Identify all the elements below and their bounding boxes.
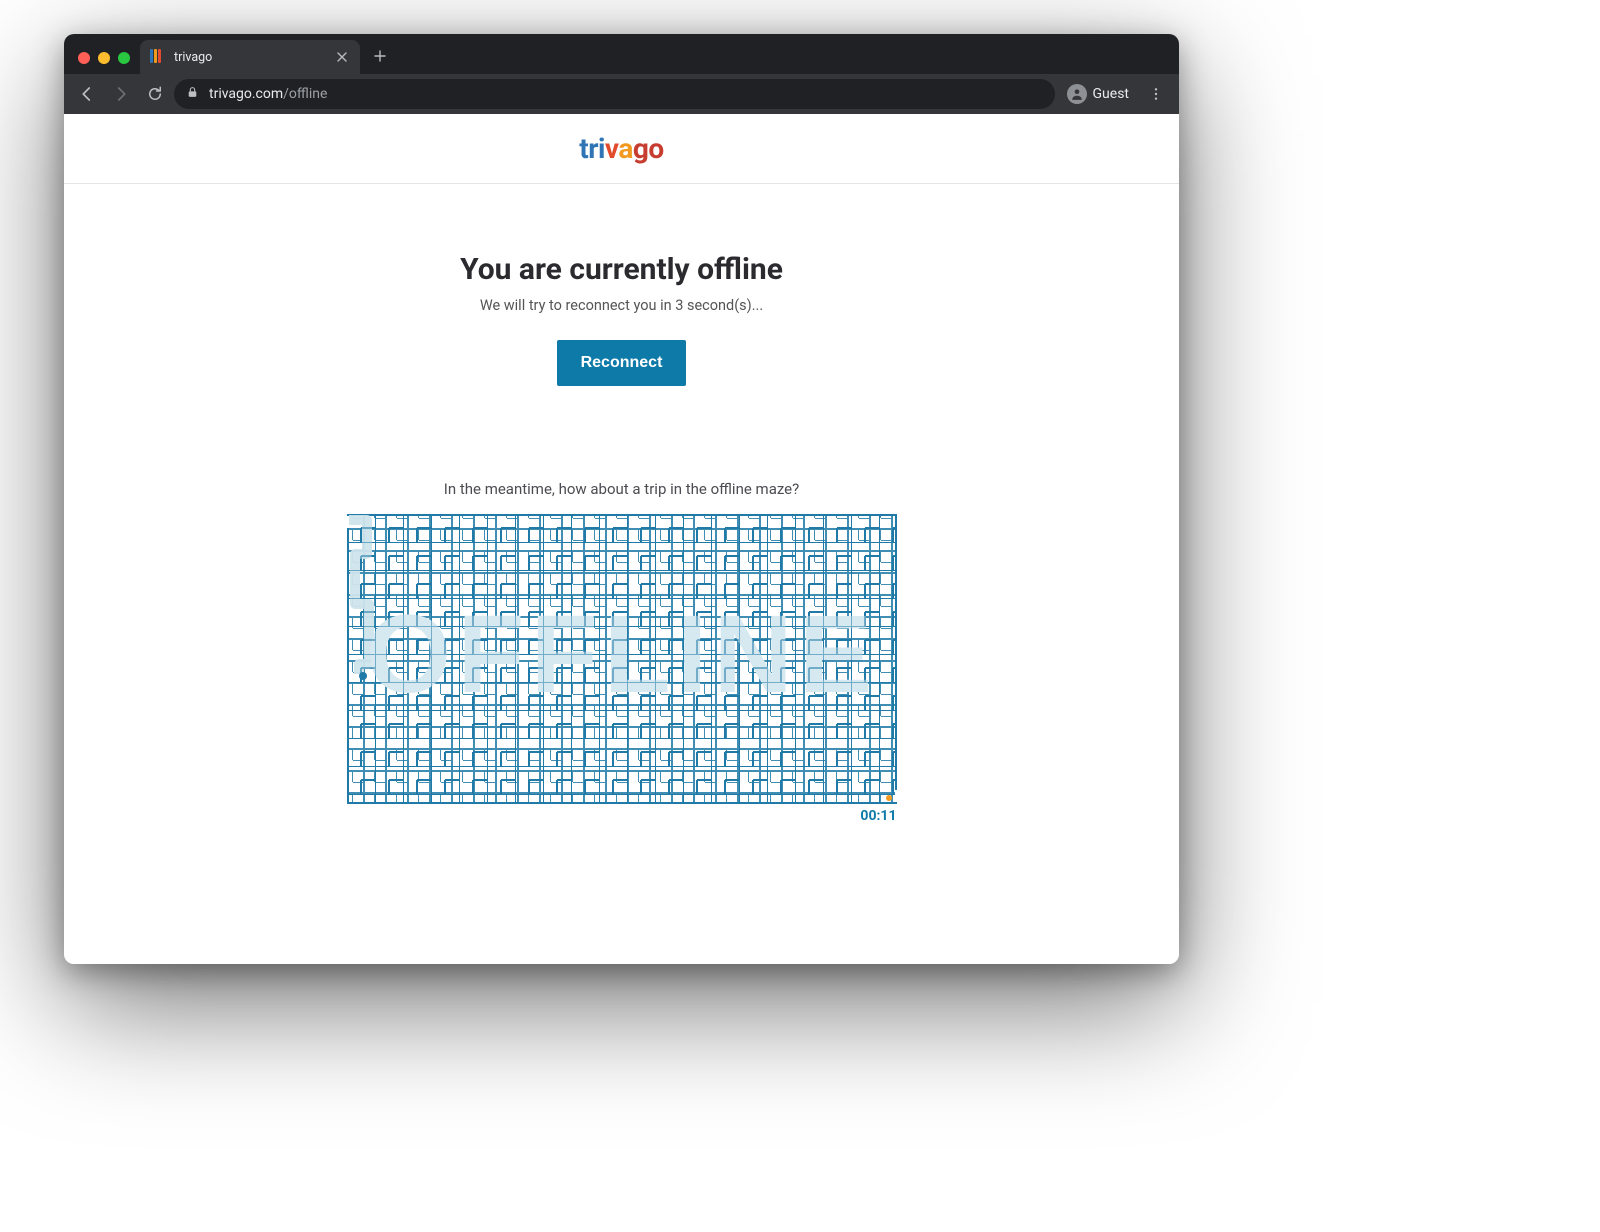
browser-window: trivago trivago.com/offline xyxy=(64,34,1179,964)
window-controls xyxy=(74,52,140,74)
new-tab-button[interactable] xyxy=(366,42,394,70)
url-host: trivago.com xyxy=(209,86,283,102)
forward-button[interactable] xyxy=(106,79,136,109)
page-content: trivago You are currently offline We wil… xyxy=(64,114,1179,964)
window-close-icon[interactable] xyxy=(78,52,90,64)
reconnect-button[interactable]: Reconnect xyxy=(557,340,687,386)
trivago-favicon-icon xyxy=(150,49,166,65)
logo-seg-go: go xyxy=(633,132,664,165)
back-button[interactable] xyxy=(72,79,102,109)
offline-subtext: We will try to reconnect you in 3 second… xyxy=(64,297,1179,314)
logo-seg-a: a xyxy=(618,132,632,165)
offline-message: You are currently offline We will try to… xyxy=(64,184,1179,386)
maze-graphic: OFFLINE xyxy=(347,514,897,804)
url-text: trivago.com/offline xyxy=(209,86,327,102)
address-bar[interactable]: trivago.com/offline xyxy=(174,79,1055,109)
browser-toolbar: trivago.com/offline Guest xyxy=(64,74,1179,114)
logo-seg-v: v xyxy=(605,132,618,165)
tab-strip: trivago xyxy=(64,34,1179,74)
maze-timer: 00:11 xyxy=(347,808,897,824)
reload-button[interactable] xyxy=(140,79,170,109)
offline-heading: You are currently offline xyxy=(64,252,1179,287)
maze-game[interactable]: OFFLINE xyxy=(347,514,897,804)
maze-caption: In the meantime, how about a trip in the… xyxy=(64,480,1179,498)
guest-avatar-icon xyxy=(1067,84,1087,104)
maze-exit-dot xyxy=(886,795,892,801)
site-header: trivago xyxy=(64,114,1179,184)
browser-tab[interactable]: trivago xyxy=(140,40,360,74)
profile-label: Guest xyxy=(1093,86,1129,102)
tab-title: trivago xyxy=(174,50,326,65)
window-minimize-icon[interactable] xyxy=(98,52,110,64)
url-path: /offline xyxy=(283,86,327,102)
logo-seg-tri: tri xyxy=(579,132,605,165)
lock-icon xyxy=(186,86,199,103)
browser-menu-button[interactable] xyxy=(1141,79,1171,109)
close-tab-icon[interactable] xyxy=(334,49,350,65)
profile-button[interactable]: Guest xyxy=(1059,79,1137,109)
trivago-logo: trivago xyxy=(579,132,663,165)
window-fullscreen-icon[interactable] xyxy=(118,52,130,64)
